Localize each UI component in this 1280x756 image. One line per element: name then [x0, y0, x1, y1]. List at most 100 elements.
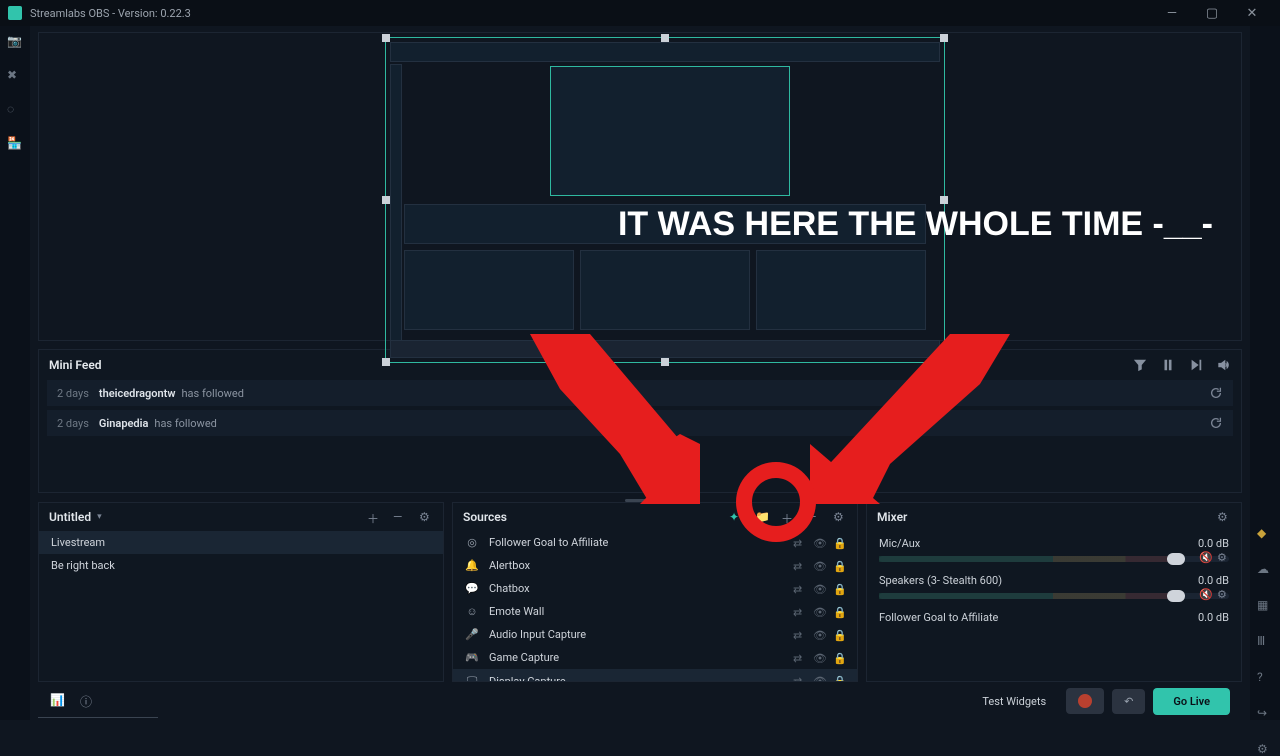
footer-divider [38, 717, 158, 718]
notifications-icon[interactable]: ◆ [1257, 526, 1273, 540]
bars-icon[interactable]: Ⅲ [1257, 634, 1273, 648]
mixer-db: 0.0 dB [1198, 574, 1229, 587]
thumb-leftbar [390, 64, 402, 358]
add-scene-icon[interactable]: ＋ [367, 510, 381, 524]
thumb-sources [580, 250, 750, 330]
lock-icon[interactable]: 🔒 [833, 675, 845, 681]
visibility-icon[interactable]: 👁 [813, 629, 825, 641]
test-widgets-button[interactable]: Test Widgets [970, 689, 1058, 714]
thumb-titlebar [390, 42, 940, 62]
undo-button[interactable]: ↶ [1112, 689, 1145, 714]
visibility-icon[interactable]: 👁 [813, 560, 825, 572]
mixer-item: Mic/Aux0.0 dB🔇⚙ [867, 531, 1241, 568]
lock-icon[interactable]: 🔒 [833, 583, 845, 595]
link-icon[interactable]: ⇄ [793, 583, 805, 595]
scene-item[interactable]: Livestream [39, 531, 443, 554]
mini-feed-title: Mini Feed [49, 358, 102, 372]
remove-scene-icon[interactable]: — [393, 510, 407, 524]
store-icon[interactable]: 🏪 [7, 136, 23, 152]
go-live-button[interactable]: Go Live [1153, 688, 1230, 715]
replay-icon[interactable] [1209, 416, 1223, 430]
resize-handle[interactable] [382, 196, 390, 204]
source-item[interactable]: 🎤Audio Input Capture⇄👁🔒 [453, 623, 857, 646]
volume-icon[interactable] [1217, 358, 1231, 372]
visibility-icon[interactable]: 👁 [813, 583, 825, 595]
source-label: Display Capture [489, 675, 566, 682]
source-item[interactable]: 💬 Chatbox ⇄ 👁 🔒 [453, 577, 857, 600]
replay-icon[interactable] [1209, 386, 1223, 400]
source-item[interactable]: 🔔Alertbox⇄👁🔒 [453, 554, 857, 577]
link-icon[interactable]: ⇄ [793, 675, 805, 681]
record-button[interactable] [1066, 688, 1104, 714]
source-type-icon: 🎤 [465, 628, 479, 641]
resize-handle[interactable] [382, 34, 390, 42]
lock-icon[interactable]: 🔒 [833, 652, 845, 664]
resize-handle[interactable] [661, 34, 669, 42]
mixer-settings-icon[interactable]: ⚙ [1217, 510, 1231, 524]
thumb-mixer [756, 250, 926, 330]
annotation-text: IT WAS HERE THE WHOLE TIME -__- [618, 203, 1213, 246]
stats-icon[interactable]: 📊 [50, 693, 66, 709]
source-item[interactable]: 🖵 Display Capture ⇄ 👁 🔒 [453, 669, 857, 681]
close-button[interactable]: ✕ [1232, 6, 1272, 21]
source-label: Follower Goal to Affiliate [489, 536, 608, 549]
source-type-icon: ◎ [465, 536, 479, 549]
source-type-icon: 💬 [465, 582, 479, 595]
slider-knob[interactable] [1167, 553, 1185, 565]
link-icon[interactable]: ⇄ [793, 560, 805, 572]
help-icon[interactable]: ? [1257, 670, 1273, 684]
volume-slider[interactable]: 🔇⚙ [879, 593, 1229, 599]
search-icon[interactable]: ◌ [7, 102, 23, 118]
link-icon[interactable]: ⇄ [793, 537, 805, 549]
link-icon[interactable]: ⇄ [793, 652, 805, 664]
slider-knob[interactable] [1167, 590, 1185, 602]
lock-icon[interactable]: 🔒 [833, 606, 845, 618]
cloud-icon[interactable]: ☁ [1257, 562, 1273, 576]
source-item[interactable]: 🎮Game Capture⇄👁🔒 [453, 646, 857, 669]
info-icon[interactable]: ⓘ [80, 693, 96, 709]
status-bar: 📊 ⓘ Test Widgets ↶ Go Live [38, 682, 1242, 720]
selected-source-bounds[interactable] [385, 37, 945, 363]
right-nav: ◆ ☁ ▦ Ⅲ ? ↪ ⚙ [1250, 26, 1280, 720]
visibility-icon[interactable]: 👁 [813, 537, 825, 549]
source-settings-icon[interactable]: ⚙ [833, 510, 847, 524]
source-item[interactable]: ☺Emote Wall⇄👁🔒 [453, 600, 857, 623]
visibility-icon[interactable]: 👁 [813, 652, 825, 664]
login-icon[interactable]: ↪ [1257, 706, 1273, 720]
studio-icon[interactable]: 📷 [7, 34, 23, 50]
mute-icon[interactable]: 🔇 [1199, 551, 1211, 563]
maximize-button[interactable]: ▢ [1192, 6, 1232, 21]
link-icon[interactable]: ⇄ [793, 606, 805, 618]
volume-slider[interactable]: 🔇⚙ [879, 556, 1229, 562]
scenes-title[interactable]: Untitled [49, 510, 91, 524]
visibility-icon[interactable]: 👁 [813, 675, 825, 681]
link-icon[interactable]: ⇄ [793, 629, 805, 641]
scene-settings-icon[interactable]: ⚙ [419, 510, 433, 524]
filter-icon[interactable] [1133, 358, 1147, 372]
chevron-down-icon[interactable]: ▾ [97, 512, 102, 522]
layout-icon[interactable]: ▦ [1257, 598, 1273, 612]
mixer-item: Speakers (3- Stealth 600)0.0 dB🔇⚙ [867, 568, 1241, 605]
preview-canvas[interactable]: IT WAS HERE THE WHOLE TIME -__- [38, 32, 1242, 341]
feed-what: has followed [154, 417, 216, 430]
visibility-icon[interactable]: 👁 [813, 606, 825, 618]
skip-icon[interactable] [1189, 358, 1203, 372]
lock-icon[interactable]: 🔒 [833, 537, 845, 549]
gear-icon[interactable]: ⚙ [1217, 588, 1229, 600]
source-type-icon: 🖵 [465, 674, 479, 681]
source-type-icon: 🔔 [465, 559, 479, 572]
gear-icon[interactable]: ⚙ [1217, 551, 1229, 563]
mute-icon[interactable]: 🔇 [1199, 588, 1211, 600]
resize-handle[interactable] [382, 358, 390, 366]
source-label: Chatbox [489, 582, 530, 595]
tools-icon[interactable]: ✖ [7, 68, 23, 84]
lock-icon[interactable]: 🔒 [833, 629, 845, 641]
pause-icon[interactable] [1161, 358, 1175, 372]
minimize-button[interactable]: — [1152, 6, 1192, 21]
settings-icon[interactable]: ⚙ [1257, 742, 1273, 756]
resize-handle[interactable] [940, 34, 948, 42]
lock-icon[interactable]: 🔒 [833, 560, 845, 572]
source-type-icon: 🎮 [465, 651, 479, 664]
mixer-name: Mic/Aux [879, 537, 920, 550]
scene-item[interactable]: Be right back [39, 554, 443, 577]
